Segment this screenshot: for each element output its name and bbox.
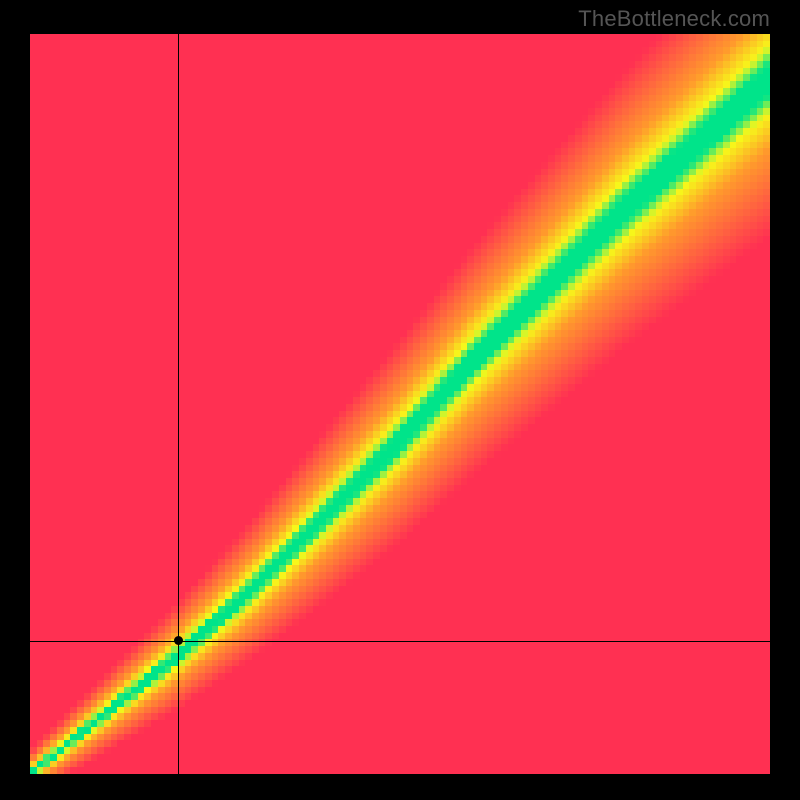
selection-marker[interactable] bbox=[174, 636, 183, 645]
crosshair-horizontal bbox=[30, 641, 770, 642]
watermark-text: TheBottleneck.com bbox=[578, 6, 770, 32]
chart-frame: TheBottleneck.com bbox=[0, 0, 800, 800]
plot-area bbox=[30, 34, 770, 774]
crosshair-vertical bbox=[178, 34, 179, 774]
bottleneck-heatmap bbox=[30, 34, 770, 774]
